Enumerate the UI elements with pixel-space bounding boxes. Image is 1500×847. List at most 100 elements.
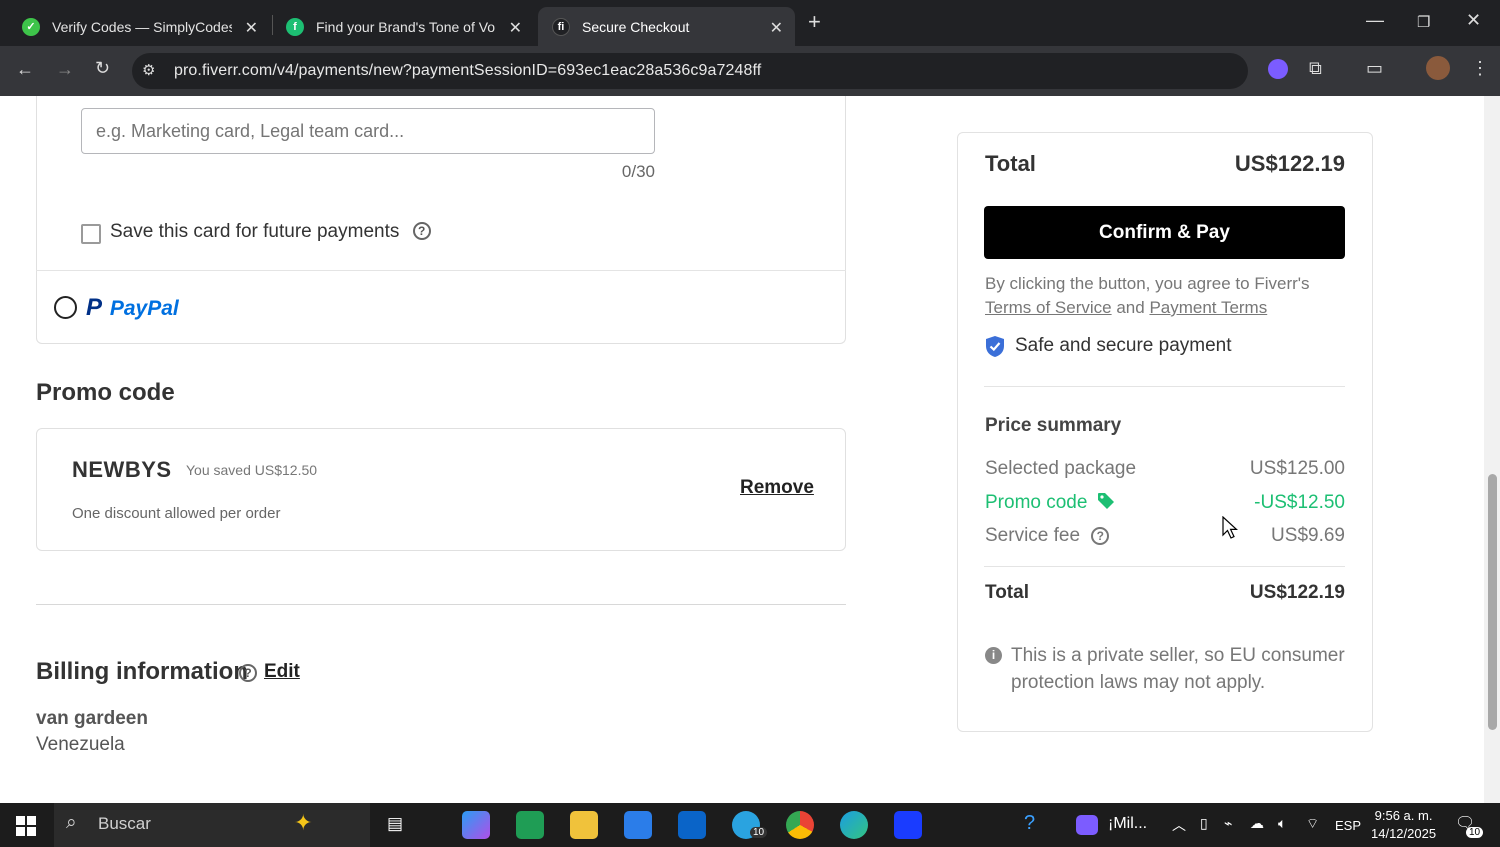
- media-label[interactable]: ¡Mil...: [1108, 815, 1147, 833]
- telegram-icon[interactable]: 10: [732, 811, 768, 839]
- service-fee-text: Service fee: [985, 525, 1081, 546]
- extension-purple-icon[interactable]: [1268, 59, 1288, 79]
- edge-icon[interactable]: [840, 811, 868, 839]
- tab-simplycodes[interactable]: ✓ Verify Codes — SimplyCodes ✕: [8, 7, 270, 46]
- close-tab-icon[interactable]: ✕: [770, 18, 783, 38]
- minimize-icon[interactable]: —: [1366, 10, 1384, 31]
- back-icon[interactable]: ←: [16, 59, 34, 80]
- service-fee-help-icon[interactable]: ?: [1091, 527, 1110, 545]
- forward-icon[interactable]: →: [56, 59, 74, 80]
- clock-date: 14/12/2025: [1371, 826, 1437, 841]
- windows-start-icon[interactable]: [16, 816, 36, 836]
- network-off-icon[interactable]: ⌁: [1224, 815, 1232, 832]
- final-total-value: US$122.19: [1249, 582, 1345, 603]
- new-tab-icon[interactable]: +: [808, 9, 821, 35]
- shield-check-icon: [986, 336, 1004, 357]
- close-tab-icon[interactable]: ✕: [245, 18, 258, 38]
- windows-taskbar: ⌕ Buscar ✦ ▤ 10 ? ¡Mil... ︿ ▯ ⌁ ☁ 🔈︎ ⌔ E…: [0, 803, 1500, 847]
- onedrive-icon[interactable]: ☁: [1250, 815, 1264, 832]
- app-blue-icon[interactable]: [894, 811, 922, 839]
- edge-green-app-icon[interactable]: [516, 811, 544, 839]
- taskbar-search-box[interactable]: ⌕ Buscar ✦: [54, 803, 370, 847]
- paypal-logo[interactable]: P PayPal: [86, 294, 179, 322]
- divider: [36, 270, 846, 271]
- paypal-wordmark: PayPal: [109, 297, 179, 320]
- telegram-badge: 10: [750, 827, 768, 838]
- divider: [984, 386, 1345, 387]
- confirm-pay-button[interactable]: Confirm & Pay: [984, 206, 1345, 259]
- file-explorer-icon[interactable]: [570, 811, 598, 839]
- checkout-page: 0/30 Save this card for future payments …: [0, 96, 1484, 803]
- tag-icon: [1097, 493, 1114, 509]
- simplycodes-favicon-icon: ✓: [22, 17, 40, 36]
- close-window-icon[interactable]: ✕: [1466, 10, 1481, 31]
- outlook-icon[interactable]: [678, 811, 706, 839]
- promo-code-value: NEWBYS: [72, 457, 172, 482]
- search-icon: ⌕: [66, 812, 77, 833]
- page-scrollbar[interactable]: [1484, 96, 1500, 803]
- help-app-icon[interactable]: ?: [1024, 812, 1035, 835]
- device-icon[interactable]: ▯: [1200, 815, 1208, 832]
- media-app-icon[interactable]: [1076, 815, 1098, 835]
- billing-country: Venezuela: [36, 734, 125, 755]
- service-fee-label: Service fee ?: [985, 525, 1110, 547]
- final-total-label: Total: [985, 582, 1029, 603]
- agreement-and: and: [1116, 298, 1145, 317]
- promo-heading: Promo code: [36, 379, 175, 406]
- secure-payment-text: Safe and secure payment: [1015, 335, 1232, 356]
- taskbar-clock[interactable]: 9:56 a. m. 14/12/2025: [1371, 807, 1436, 843]
- terms-of-service-link[interactable]: Terms of Service: [985, 298, 1112, 317]
- billing-name: van gardeen: [36, 708, 148, 729]
- tab-search-icon[interactable]: ▭: [1366, 58, 1383, 79]
- tray-chevron-icon[interactable]: ︿: [1172, 815, 1186, 835]
- billing-help-icon[interactable]: ?: [239, 664, 257, 682]
- site-info-icon[interactable]: ⚙: [142, 61, 155, 79]
- price-summary-heading: Price summary: [985, 415, 1122, 436]
- promo-row-value: -US$12.50: [1254, 492, 1345, 513]
- fiverr-pro-favicon-icon: fi: [552, 17, 570, 36]
- scrollbar-thumb[interactable]: [1488, 474, 1497, 730]
- save-card-label[interactable]: Save this card for future payments ?: [110, 221, 431, 243]
- copilot-sparkle-icon: ✦: [294, 810, 313, 835]
- paypal-radio[interactable]: [54, 296, 77, 319]
- help-icon[interactable]: ?: [412, 222, 431, 240]
- tab-secure-checkout[interactable]: fi Secure Checkout ✕: [538, 7, 795, 46]
- copilot-app-icon[interactable]: [462, 811, 490, 839]
- task-view-icon[interactable]: ▤: [387, 814, 403, 834]
- search-placeholder: Buscar: [98, 814, 151, 833]
- menu-kebab-icon[interactable]: ⋮: [1471, 58, 1489, 79]
- promo-note: One discount allowed per order: [72, 505, 281, 522]
- remove-promo-link[interactable]: Remove: [740, 477, 814, 499]
- microsoft-store-icon[interactable]: [624, 811, 652, 839]
- language-indicator[interactable]: ESP: [1335, 818, 1361, 833]
- url-text[interactable]: pro.fiverr.com/v4/payments/new?paymentSe…: [174, 62, 761, 80]
- save-card-text: Save this card for future payments: [110, 221, 400, 242]
- tab-fiverr-tone[interactable]: f Find your Brand's Tone of Voice ✕: [272, 7, 534, 46]
- billing-edit-link[interactable]: Edit: [264, 661, 300, 683]
- promo-box: [36, 428, 846, 551]
- save-card-checkbox[interactable]: [81, 224, 101, 244]
- card-name-input[interactable]: [81, 108, 655, 154]
- extensions-puzzle-icon[interactable]: ⧉: [1309, 58, 1322, 79]
- billing-heading: Billing information: [36, 658, 248, 685]
- char-counter: 0/30: [621, 162, 655, 181]
- tab-title: Secure Checkout: [582, 18, 690, 35]
- payment-terms-link[interactable]: Payment Terms: [1149, 298, 1267, 317]
- selected-package-label: Selected package: [985, 458, 1137, 479]
- mouse-cursor-icon: [1222, 516, 1238, 539]
- reload-icon[interactable]: ↻: [95, 58, 110, 79]
- agreement-text: By clicking the button, you agree to Fiv…: [985, 272, 1310, 320]
- wifi-icon[interactable]: ⌔: [1306, 815, 1319, 833]
- chrome-icon[interactable]: [786, 811, 814, 839]
- tab-title: Verify Codes — SimplyCodes: [52, 18, 232, 35]
- close-tab-icon[interactable]: ✕: [509, 18, 522, 38]
- agreement-lead: By clicking the button, you agree to Fiv…: [985, 274, 1310, 293]
- promo-row-label: Promo code: [985, 492, 1115, 514]
- restore-icon[interactable]: ❐: [1417, 13, 1430, 31]
- consumer-protection-notice: This is a private seller, so EU consumer…: [1011, 645, 1345, 693]
- profile-avatar[interactable]: [1426, 56, 1450, 80]
- volume-icon[interactable]: 🔈︎: [1278, 815, 1286, 832]
- total-value: US$122.19: [1234, 151, 1345, 176]
- divider: [984, 566, 1345, 567]
- address-bar[interactable]: ⚙ pro.fiverr.com/v4/payments/new?payment…: [132, 53, 1248, 89]
